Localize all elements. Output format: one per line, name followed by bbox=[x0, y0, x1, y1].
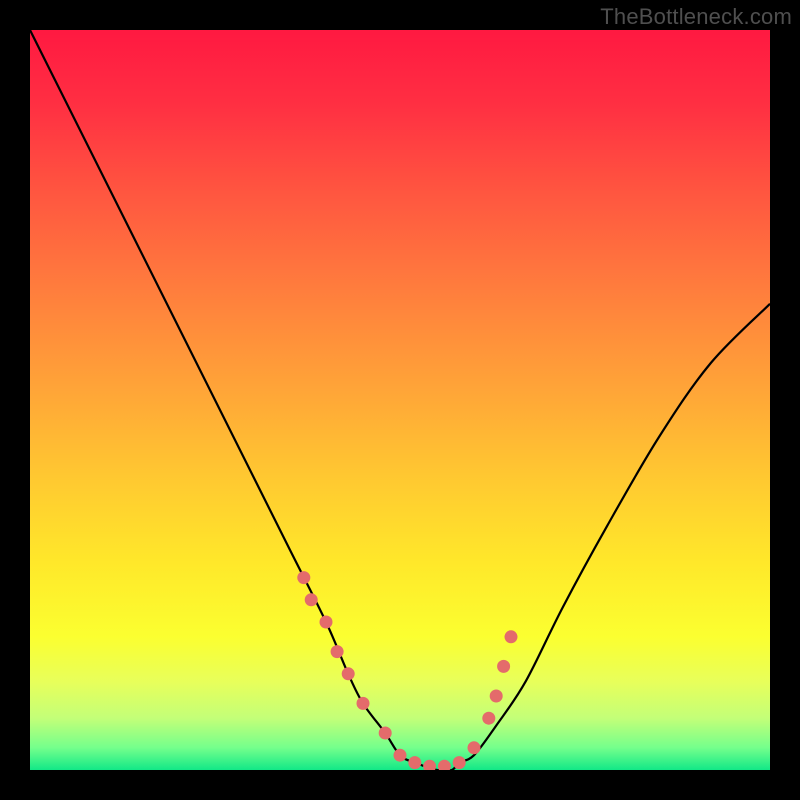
chart-plot bbox=[30, 30, 770, 770]
curve-marker bbox=[468, 741, 481, 754]
curve-marker bbox=[331, 645, 344, 658]
chart-background bbox=[30, 30, 770, 770]
curve-marker bbox=[497, 660, 510, 673]
chart-frame: TheBottleneck.com bbox=[0, 0, 800, 800]
curve-marker bbox=[297, 571, 310, 584]
curve-marker bbox=[379, 727, 392, 740]
curve-marker bbox=[505, 630, 518, 643]
curve-marker bbox=[408, 756, 421, 769]
curve-marker bbox=[490, 690, 503, 703]
curve-marker bbox=[394, 749, 407, 762]
curve-marker bbox=[482, 712, 495, 725]
curve-marker bbox=[342, 667, 355, 680]
curve-marker bbox=[453, 756, 466, 769]
curve-marker bbox=[357, 697, 370, 710]
curve-marker bbox=[320, 616, 333, 629]
curve-marker bbox=[305, 593, 318, 606]
watermark-text: TheBottleneck.com bbox=[600, 4, 792, 30]
